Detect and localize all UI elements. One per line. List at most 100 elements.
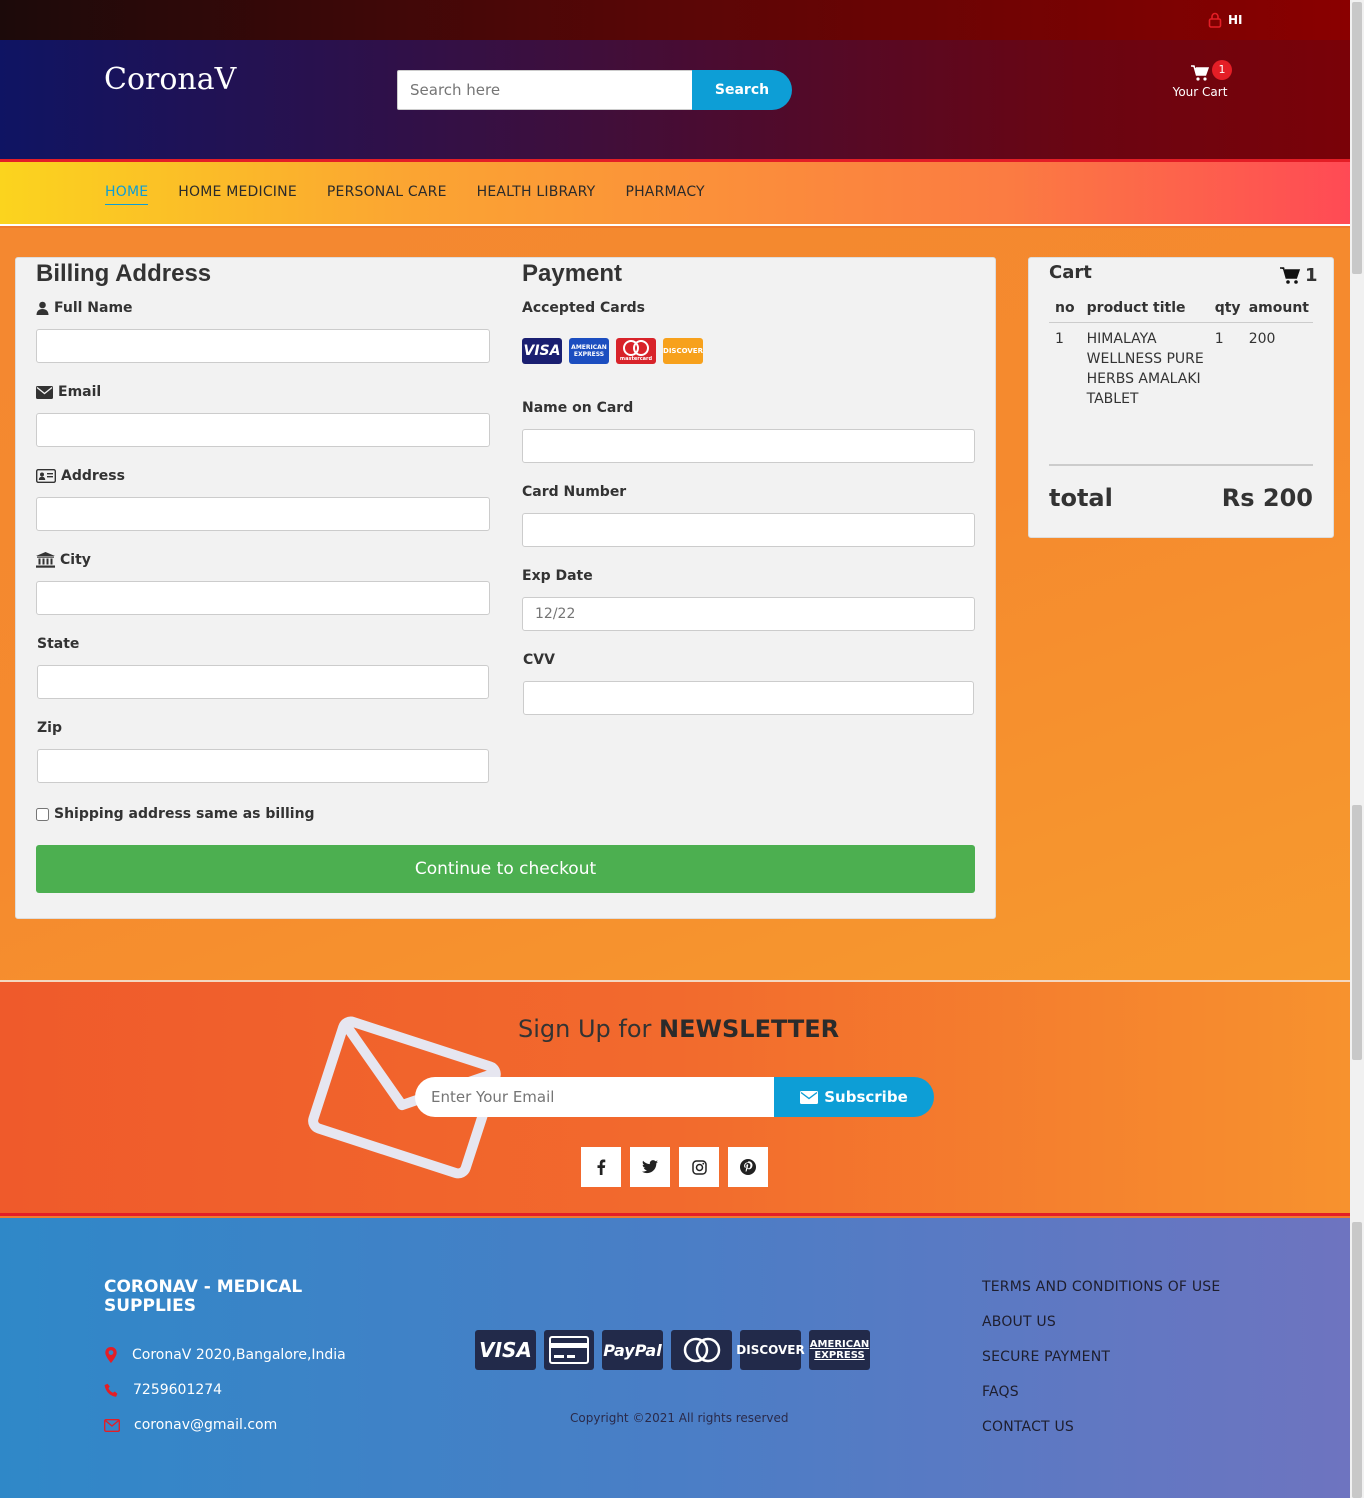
lock-icon <box>1208 12 1222 28</box>
footer-link-contact[interactable]: CONTACT US <box>982 1419 1074 1435</box>
address-input[interactable] <box>36 497 490 531</box>
visa-payment-icon: VISA <box>475 1330 536 1370</box>
footer-link-secure-payment[interactable]: SECURE PAYMENT <box>982 1349 1110 1365</box>
discover-payment-icon: DISCOVER <box>736 1330 805 1370</box>
header: CoronaV Search Your Cart 1 <box>0 40 1350 162</box>
exp-date-input[interactable] <box>522 597 975 631</box>
newsletter-section: Sign Up for NEWSLETTER Subscribe <box>0 980 1350 1216</box>
amex-card-icon: AMERICAN EXPRESS <box>569 338 609 364</box>
newsletter-email-input[interactable] <box>415 1077 775 1117</box>
row-amount: 200 <box>1248 331 1276 347</box>
full-name-input[interactable] <box>36 329 490 363</box>
footer-link-terms[interactable]: TERMS AND CONDITIONS OF USE <box>982 1279 1220 1295</box>
envelope-icon <box>36 385 53 399</box>
credit-card-icon <box>549 1336 589 1364</box>
top-bar: HI <box>0 0 1350 40</box>
full-name-label: Full Name <box>36 300 133 316</box>
footer: CORONAV - MEDICAL SUPPLIES CoronaV 2020,… <box>0 1218 1350 1498</box>
mastercard-payment-icon <box>671 1330 732 1370</box>
cvv-input[interactable] <box>523 681 974 715</box>
checkout-section: Billing Address Full Name Email Address … <box>0 228 1350 980</box>
mastercard-card-icon: mastercard <box>616 338 656 364</box>
cart-summary: Cart 1 no product title qty amount 1 HIM… <box>1028 257 1334 538</box>
card-number-input[interactable] <box>522 513 975 547</box>
visa-card-icon: VISA <box>522 338 562 364</box>
phone-icon <box>104 1383 118 1397</box>
mastercard-circles <box>623 340 649 356</box>
scrollbar-thumb-lower[interactable] <box>1352 805 1362 1060</box>
amex-payment-icon: AMERICAN EXPRESS <box>809 1330 870 1370</box>
mastercard-circles <box>683 1337 720 1363</box>
card-number-label: Card Number <box>522 484 627 500</box>
pinterest-link[interactable] <box>728 1147 768 1187</box>
cart-table: no product title qty amount 1 HIMALAYA W… <box>1049 296 1313 415</box>
zip-label: Zip <box>37 720 62 736</box>
nav-item-pharmacy[interactable]: PHARMACY <box>625 184 704 205</box>
col-product-title: product title <box>1082 296 1211 323</box>
address-label: Address <box>36 468 125 484</box>
facebook-icon <box>597 1159 606 1175</box>
main-nav: HOME HOME MEDICINE PERSONAL CARE HEALTH … <box>0 162 1350 226</box>
footer-email[interactable]: coronav@gmail.com <box>104 1417 277 1433</box>
continue-checkout-button[interactable]: Continue to checkout <box>36 845 975 893</box>
scrollbar-thumb[interactable] <box>1352 2 1362 274</box>
discover-card-icon: DISCOVER <box>663 338 703 364</box>
table-row: 1 HIMALAYA WELLNESS PURE HERBS AMALAKI T… <box>1049 323 1313 416</box>
total-value: Rs 200 <box>1221 484 1313 512</box>
nav-item-home-medicine[interactable]: HOME MEDICINE <box>178 184 297 205</box>
city-input[interactable] <box>36 581 490 615</box>
cart-icon <box>1191 65 1210 81</box>
credit-card-payment-icon <box>544 1330 594 1370</box>
exp-date-label: Exp Date <box>522 568 593 584</box>
zip-input[interactable] <box>37 749 489 783</box>
cart-divider <box>1049 464 1313 466</box>
copyright: Copyright ©2021 All rights reserved <box>570 1411 789 1425</box>
paypal-payment-icon: PayPal <box>602 1330 663 1370</box>
user-label: HI <box>1228 13 1243 27</box>
payment-title: Payment <box>522 260 623 287</box>
accepted-cards-label: Accepted Cards <box>522 300 646 316</box>
institution-icon <box>36 552 55 568</box>
name-on-card-input[interactable] <box>522 429 975 463</box>
search-input[interactable] <box>397 70 693 110</box>
shipping-same-option: Shipping address same as billing <box>36 806 315 822</box>
site-logo[interactable]: CoronaV <box>104 62 236 97</box>
email-input[interactable] <box>36 413 490 447</box>
row-title: HIMALAYA WELLNESS PURE HERBS AMALAKI TAB… <box>1086 331 1204 407</box>
cart-link[interactable]: Your Cart 1 <box>1166 60 1234 99</box>
footer-title: CORONAV - MEDICAL SUPPLIES <box>104 1277 303 1316</box>
search-button[interactable]: Search <box>692 70 792 110</box>
facebook-link[interactable] <box>581 1147 621 1187</box>
twitter-link[interactable] <box>630 1147 670 1187</box>
shipping-same-checkbox[interactable] <box>36 807 49 821</box>
footer-link-about[interactable]: ABOUT US <box>982 1314 1056 1330</box>
cart-label: Your Cart <box>1172 85 1228 99</box>
row-no: 1 <box>1055 331 1064 347</box>
user-icon <box>36 301 49 315</box>
user-greeting[interactable]: HI <box>1208 12 1243 28</box>
footer-address: CoronaV 2020,Bangalore,India <box>104 1347 346 1363</box>
instagram-link[interactable] <box>679 1147 719 1187</box>
subscribe-button[interactable]: Subscribe <box>774 1077 934 1117</box>
cart-count: 1 <box>1279 265 1318 286</box>
nav-item-personal-care[interactable]: PERSONAL CARE <box>327 184 447 205</box>
state-label: State <box>37 636 80 652</box>
billing-title: Billing Address <box>36 260 212 287</box>
name-on-card-label: Name on Card <box>522 400 634 416</box>
email-label: Email <box>36 384 101 400</box>
nav-item-health-library[interactable]: HEALTH LIBRARY <box>477 184 596 205</box>
scrollbar-thumb-bottom[interactable] <box>1352 1222 1362 1498</box>
cart-table-header: no product title qty amount <box>1049 296 1313 323</box>
map-marker-icon <box>105 1347 117 1363</box>
row-qty: 1 <box>1214 331 1224 347</box>
state-input[interactable] <box>37 665 489 699</box>
address-card-icon <box>36 469 56 483</box>
footer-phone: 7259601274 <box>104 1382 222 1398</box>
accepted-cards: VISA AMERICAN EXPRESS mastercard DISCOVE… <box>522 338 703 364</box>
footer-link-faqs[interactable]: FAQS <box>982 1384 1019 1400</box>
cart-icon <box>1280 267 1301 284</box>
col-qty: qty <box>1210 296 1245 323</box>
pinterest-icon <box>740 1159 756 1175</box>
newsletter-title: Sign Up for NEWSLETTER <box>518 1015 840 1043</box>
nav-item-home[interactable]: HOME <box>105 184 149 205</box>
